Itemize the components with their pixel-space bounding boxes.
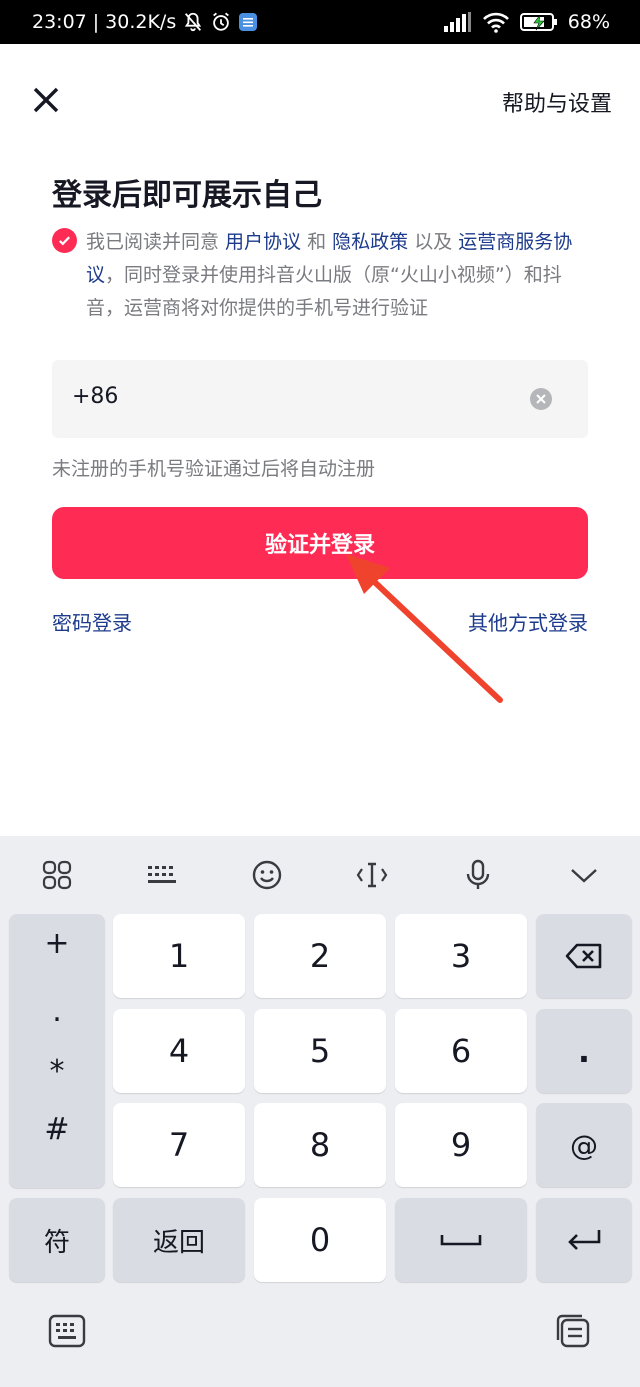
numeric-keyboard: + . * # 1 2 3 4 5 6 . 7 8 9 @ 符 返回 0 <box>0 836 640 1387</box>
signal-icon <box>443 12 472 32</box>
key-symbols[interactable]: 符 <box>9 1198 105 1282</box>
key-2[interactable]: 2 <box>254 914 386 998</box>
close-icon[interactable] <box>30 84 62 116</box>
agreement-text: 我已阅读并同意 用户协议 和 隐私政策 以及 运营商服务协议，同时登录并使用抖音… <box>86 226 592 325</box>
key-3[interactable]: 3 <box>395 914 527 998</box>
cursor-icon[interactable] <box>355 858 389 892</box>
annotation-arrow-icon <box>346 554 503 703</box>
symbol-key[interactable]: # <box>9 1112 105 1147</box>
clear-input-icon[interactable] <box>530 388 552 410</box>
country-code[interactable]: +86 <box>72 384 118 409</box>
keyboard-toolbar <box>0 836 640 912</box>
keyboard-icon[interactable] <box>145 858 179 892</box>
status-divider: | <box>92 11 100 33</box>
emoji-icon[interactable] <box>250 858 284 892</box>
symbol-key[interactable]: * <box>9 1054 105 1089</box>
agreement-checkbox[interactable] <box>52 228 77 253</box>
key-back[interactable]: 返回 <box>113 1198 245 1282</box>
agreement-row: 我已阅读并同意 用户协议 和 隐私政策 以及 运营商服务协议，同时登录并使用抖音… <box>52 226 592 325</box>
key-1[interactable]: 1 <box>113 914 245 998</box>
symbol-key[interactable]: . <box>9 994 105 1029</box>
key-6[interactable]: 6 <box>395 1009 527 1093</box>
symbol-column[interactable]: + . * # <box>9 914 105 1188</box>
status-network-speed: 30.2K/s <box>105 11 177 33</box>
mute-bell-icon <box>182 11 204 33</box>
alarm-icon <box>210 11 232 33</box>
keyboard-switch-icon[interactable] <box>48 1314 86 1348</box>
key-5[interactable]: 5 <box>254 1009 386 1093</box>
backspace-icon[interactable] <box>536 914 632 998</box>
key-9[interactable]: 9 <box>395 1103 527 1187</box>
help-settings-link[interactable]: 帮助与设置 <box>502 86 612 118</box>
key-dot[interactable]: . <box>536 1009 632 1093</box>
agreement-text-part: 和 <box>301 231 333 253</box>
status-time: 23:07 <box>32 11 87 33</box>
phone-number-field[interactable]: +86 <box>52 360 588 438</box>
register-hint: 未注册的手机号验证通过后将自动注册 <box>52 458 376 480</box>
symbol-key[interactable]: + <box>9 926 105 961</box>
password-login-link[interactable]: 密码登录 <box>52 607 132 636</box>
key-0[interactable]: 0 <box>254 1198 386 1282</box>
page-title: 登录后即可展示自己 <box>52 178 322 213</box>
privacy-policy-link[interactable]: 隐私政策 <box>332 231 408 253</box>
microphone-icon[interactable] <box>461 858 495 892</box>
key-4[interactable]: 4 <box>113 1009 245 1093</box>
app-notification-icon <box>238 12 258 32</box>
wifi-icon <box>482 11 510 33</box>
agreement-text-part: ，同时登录并使用抖音火山版（原“火山小视频”）和抖音，运营商将对你提供的手机号进… <box>86 264 562 319</box>
key-7[interactable]: 7 <box>113 1103 245 1187</box>
battery-charging-icon <box>519 12 558 32</box>
checkmark-icon <box>59 236 70 246</box>
status-bar: 23:07 | 30.2K/s 68% <box>0 0 640 44</box>
key-8[interactable]: 8 <box>254 1103 386 1187</box>
key-at[interactable]: @ <box>536 1103 632 1187</box>
chevron-down-icon[interactable] <box>567 858 601 892</box>
agreement-text-part: 以及 <box>408 231 459 253</box>
agreement-text-part: 我已阅读并同意 <box>86 231 226 253</box>
clipboard-icon[interactable] <box>554 1312 592 1350</box>
enter-icon[interactable] <box>536 1198 632 1282</box>
space-icon[interactable] <box>395 1198 527 1282</box>
battery-percent: 68% <box>567 11 610 33</box>
grid-icon[interactable] <box>40 858 74 892</box>
user-agreement-link[interactable]: 用户协议 <box>225 231 301 253</box>
